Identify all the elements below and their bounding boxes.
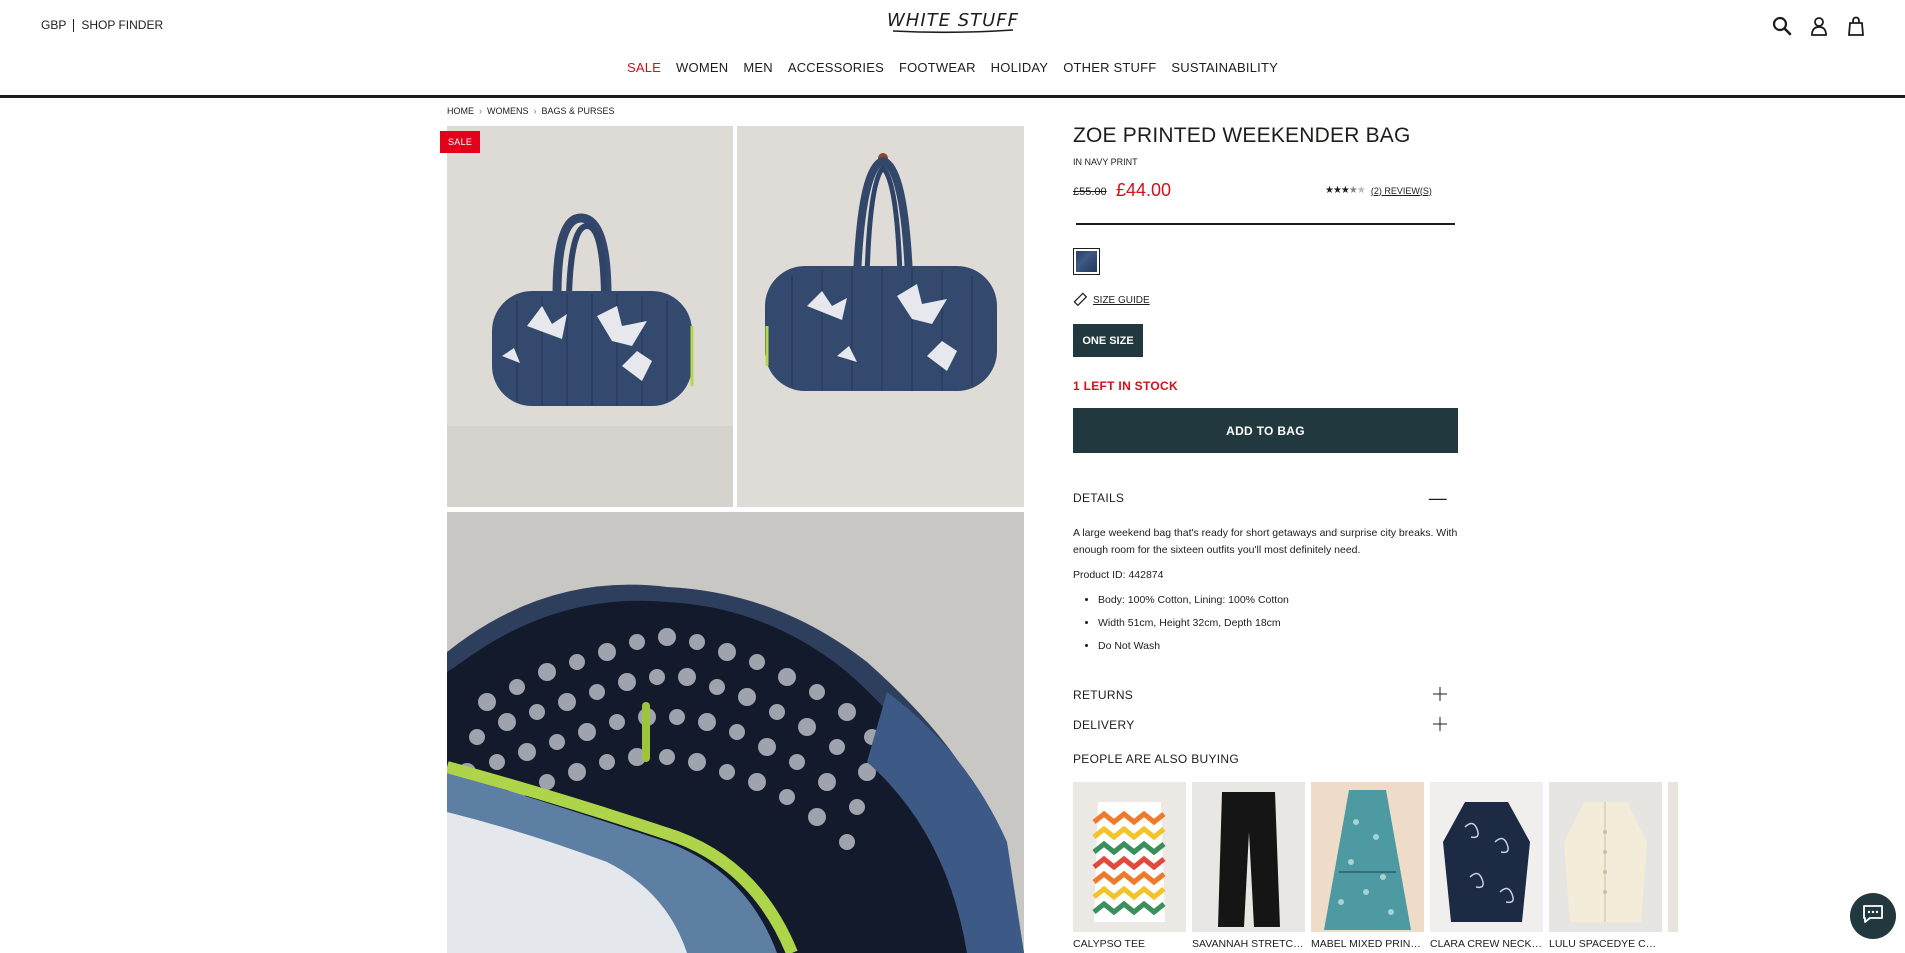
size-guide-label[interactable]: SIZE GUIDE bbox=[1093, 295, 1150, 306]
product-info: ZOE PRINTED WEEKENDER BAG IN NAVY PRINT … bbox=[1073, 124, 1458, 206]
search-icon[interactable] bbox=[1771, 15, 1793, 37]
breadcrumb-home[interactable]: HOME bbox=[447, 106, 474, 116]
details-content: A large weekend bag that's ready for sho… bbox=[1073, 525, 1458, 661]
currency-selector[interactable]: GBP bbox=[41, 18, 66, 32]
minus-icon[interactable]: — bbox=[1429, 489, 1447, 507]
sale-price: £44.00 bbox=[1116, 180, 1172, 200]
header-actions bbox=[1771, 15, 1867, 37]
nav-item-holiday[interactable]: HOLIDAY bbox=[991, 60, 1049, 75]
returns-accordion-header[interactable]: RETURNS bbox=[1073, 686, 1447, 704]
product-card-image[interactable] bbox=[1311, 782, 1424, 932]
nav-item-sustainability[interactable]: SUSTAINABILITY bbox=[1171, 60, 1278, 75]
returns-heading: RETURNS bbox=[1073, 688, 1134, 702]
utility-divider bbox=[73, 18, 75, 32]
nav-item-accessories[interactable]: ACCESSORIES bbox=[788, 60, 884, 75]
nav-item-women[interactable]: WOMEN bbox=[676, 60, 728, 75]
stock-status: 1 LEFT IN STOCK bbox=[1073, 379, 1178, 393]
nav-item-other-stuff[interactable]: OTHER STUFF bbox=[1063, 60, 1156, 75]
product-card[interactable]: CLARA CREW NECK ... bbox=[1430, 782, 1543, 950]
list-item: Do Not Wash bbox=[1098, 638, 1458, 655]
rating[interactable]: ★★★★★ (2) REVIEW(S) bbox=[1325, 185, 1432, 196]
size-option-one-size[interactable]: ONE SIZE bbox=[1073, 324, 1143, 357]
site-header: GBP SHOP FINDER WHITE STUFF SALE WOMEN M… bbox=[0, 0, 1905, 98]
product-card[interactable]: SAVANNAH STRETCH... bbox=[1192, 782, 1305, 950]
bag-icon[interactable] bbox=[1845, 15, 1867, 37]
details-list: Body: 100% Cotton, Lining: 100% Cotton W… bbox=[1098, 592, 1458, 655]
plus-icon[interactable] bbox=[1433, 686, 1447, 704]
product-card-image[interactable] bbox=[1192, 782, 1305, 932]
utility-links: GBP SHOP FINDER bbox=[41, 18, 163, 32]
product-title: ZOE PRINTED WEEKENDER BAG bbox=[1073, 124, 1411, 147]
product-image-front[interactable] bbox=[447, 126, 733, 507]
product-card-name[interactable]: MABEL MIXED PRINT ... bbox=[1311, 938, 1424, 950]
main-navigation: SALE WOMEN MEN ACCESSORIES FOOTWEAR HOLI… bbox=[0, 60, 1905, 75]
chat-button[interactable] bbox=[1850, 893, 1896, 939]
also-buying-heading: PEOPLE ARE ALSO BUYING bbox=[1073, 752, 1239, 766]
product-card[interactable]: CALYPSO TEE bbox=[1073, 782, 1186, 950]
shop-finder-link[interactable]: SHOP FINDER bbox=[81, 18, 163, 32]
product-card[interactable]: MABEL MIXED PRINT ... bbox=[1311, 782, 1424, 950]
price-row: £55.00 £44.00 ★★★★★ (2) REVIEW(S) bbox=[1073, 178, 1458, 206]
swatch-fill bbox=[1076, 251, 1097, 272]
nav-item-footwear[interactable]: FOOTWEAR bbox=[899, 60, 976, 75]
product-card-image[interactable] bbox=[1073, 782, 1186, 932]
product-colour: IN NAVY PRINT bbox=[1073, 157, 1138, 167]
ruler-icon bbox=[1073, 292, 1088, 309]
product-card-image[interactable] bbox=[1549, 782, 1662, 932]
product-card-peek[interactable] bbox=[1668, 782, 1678, 950]
plus-icon[interactable] bbox=[1433, 716, 1447, 734]
list-item: Width 51cm, Height 32cm, Depth 18cm bbox=[1098, 615, 1458, 632]
old-price: £55.00 bbox=[1073, 186, 1107, 198]
logo-text: WHITE STUFF bbox=[887, 10, 1019, 31]
delivery-accordion-header[interactable]: DELIVERY bbox=[1073, 716, 1447, 734]
product-card[interactable]: LULU SPACEDYE CAR... bbox=[1549, 782, 1662, 950]
product-card-image[interactable] bbox=[1668, 782, 1678, 932]
nav-item-men[interactable]: MEN bbox=[743, 60, 773, 75]
product-id: Product ID: 442874 bbox=[1073, 569, 1164, 581]
list-item: Body: 100% Cotton, Lining: 100% Cotton bbox=[1098, 592, 1458, 609]
chevron-right-icon: › bbox=[479, 106, 482, 116]
add-to-bag-button[interactable]: ADD TO BAG bbox=[1073, 408, 1458, 453]
product-card-name[interactable]: CLARA CREW NECK ... bbox=[1430, 938, 1543, 950]
product-card-name[interactable]: SAVANNAH STRETCH... bbox=[1192, 938, 1305, 950]
also-buying-carousel: CALYPSO TEE SAVANNAH STRETCH... MABEL MI… bbox=[1073, 782, 1678, 950]
breadcrumb-womens[interactable]: WOMENS bbox=[487, 106, 529, 116]
reviews-link[interactable]: (2) REVIEW(S) bbox=[1371, 186, 1432, 196]
details-accordion-header[interactable]: DETAILS — bbox=[1073, 489, 1447, 507]
delivery-heading: DELIVERY bbox=[1073, 718, 1135, 732]
sale-badge: SALE bbox=[440, 131, 481, 153]
size-guide-link[interactable]: SIZE GUIDE bbox=[1073, 292, 1150, 309]
details-heading: DETAILS bbox=[1073, 491, 1125, 505]
star-rating-icon: ★★★★★ bbox=[1325, 185, 1366, 196]
breadcrumb-bags-purses[interactable]: BAGS & PURSES bbox=[542, 106, 615, 116]
chat-icon bbox=[1861, 903, 1885, 930]
divider bbox=[1076, 223, 1455, 225]
account-icon[interactable] bbox=[1808, 15, 1830, 37]
product-card-name[interactable]: LULU SPACEDYE CAR... bbox=[1549, 938, 1662, 950]
product-image-interior[interactable] bbox=[447, 512, 1024, 953]
chevron-right-icon: › bbox=[533, 106, 537, 116]
product-description: A large weekend bag that's ready for sho… bbox=[1073, 527, 1458, 556]
nav-item-sale[interactable]: SALE bbox=[627, 60, 661, 75]
breadcrumb: HOME › WOMENS › BAGS & PURSES bbox=[447, 106, 615, 116]
colour-swatch-navy[interactable] bbox=[1073, 248, 1100, 275]
product-image-hanging[interactable] bbox=[737, 126, 1024, 507]
white-stuff-logo[interactable]: WHITE STUFF bbox=[887, 7, 1019, 35]
product-card-name[interactable]: CALYPSO TEE bbox=[1073, 938, 1186, 950]
product-card-image[interactable] bbox=[1430, 782, 1543, 932]
